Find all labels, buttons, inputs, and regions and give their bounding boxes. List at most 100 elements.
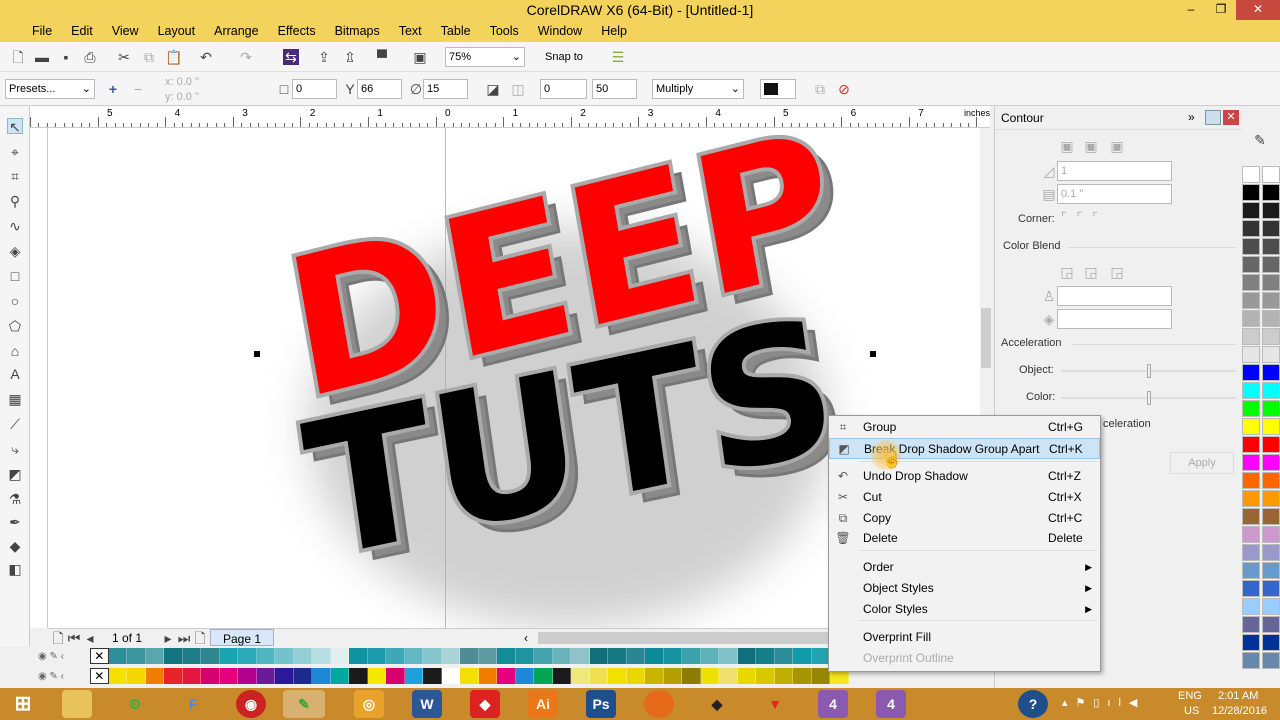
clear-shadow-icon[interactable]: ⊘ [836,81,852,97]
color-swatch[interactable] [1242,562,1260,579]
color-swatch[interactable] [1262,454,1280,471]
menu-item-group[interactable]: ⌗ Group Ctrl+G [829,417,1100,438]
color-swatch[interactable] [164,648,183,664]
color-swatch[interactable] [1242,364,1260,381]
color-swatch[interactable] [1242,346,1260,363]
color-swatch[interactable] [219,648,238,664]
color-swatch[interactable] [201,668,220,684]
color-swatch[interactable] [312,668,331,684]
color-swatch[interactable] [145,668,164,684]
color-swatch[interactable] [1242,652,1260,669]
color-swatch[interactable] [127,668,146,684]
shadow-color-picker[interactable] [760,79,796,99]
color-swatch[interactable] [645,648,664,664]
color-swatch[interactable] [682,648,701,664]
color-swatch[interactable] [774,668,793,684]
counterclockwise-blend-icon[interactable]: ◲ [1109,264,1125,280]
publish-pdf-icon[interactable]: ⇫ [342,49,358,65]
add-preset-icon[interactable]: + [105,81,121,97]
color-swatch[interactable] [589,648,608,664]
color-swatch[interactable] [404,668,423,684]
color-swatch[interactable] [312,648,331,664]
color-swatch[interactable] [1262,328,1280,345]
inkscape-icon[interactable]: ◆ [702,690,732,718]
color-swatch[interactable] [1262,562,1280,579]
color-swatch[interactable] [1262,436,1280,453]
color-swatch[interactable] [737,668,756,684]
save-icon[interactable]: ▪ [58,49,74,65]
color-swatch[interactable] [1262,274,1280,291]
color-swatch[interactable] [1262,400,1280,417]
menu-item-object-styles[interactable]: Object Styles ▶ [829,578,1100,599]
color-swatch[interactable] [534,648,553,664]
apply-button[interactable]: Apply [1170,452,1234,474]
system-tray-icons[interactable]: ▴⚑▯ıl◀ [1062,696,1145,709]
selection-handle-left[interactable] [254,351,260,357]
app-4b-icon[interactable]: 4 [876,690,906,718]
fontforge-icon[interactable]: F [178,690,208,718]
menu-help[interactable]: Help [601,24,627,38]
collapse-docker-icon[interactable]: » [1188,110,1195,124]
feather-direction-icon[interactable]: ◪ [485,81,501,97]
docker-tabs[interactable]: ✎ [1242,128,1280,158]
menu-item-delete[interactable]: 🗑 Delete Delete [829,528,1100,549]
menu-arrange[interactable]: Arrange [214,24,258,38]
photoshop-icon[interactable]: Ps [586,690,616,718]
color-swatch[interactable] [1262,166,1280,183]
scroll-left-icon[interactable]: ‹ [524,631,528,645]
corner-options[interactable]: ⌜⌜⌜ [1061,210,1108,224]
color-swatch[interactable] [201,648,220,664]
menu-file[interactable]: File [32,24,52,38]
minimize-docker-button[interactable] [1205,110,1221,125]
color-swatch[interactable] [608,648,627,664]
color-swatch[interactable] [1262,310,1280,327]
no-color-swatch[interactable]: ✕ [90,668,109,684]
color-swatch[interactable] [497,648,516,664]
color-swatch[interactable] [626,648,645,664]
fill-color-select[interactable] [1057,309,1172,329]
color-swatch[interactable] [1242,292,1260,309]
rectangle-tool-icon[interactable]: □ [7,268,23,284]
color-swatch[interactable] [1242,454,1260,471]
coreldraw-taskbar-icon[interactable]: ✎ [283,690,325,718]
color-swatch[interactable] [645,668,664,684]
color-swatch[interactable] [460,668,479,684]
options-icon[interactable]: ☰ [610,49,626,65]
color-swatch[interactable] [1242,400,1260,417]
interactive-fill-icon[interactable]: ◧ [7,561,23,577]
menu-item-order[interactable]: Order ▶ [829,557,1100,578]
color-swatch[interactable] [1242,382,1260,399]
color-swatch[interactable] [1262,220,1280,237]
color-swatch[interactable] [1242,616,1260,633]
color-swatch[interactable] [182,648,201,664]
smart-fill-icon[interactable]: ◈ [7,243,23,259]
color-swatch[interactable] [238,648,257,664]
input-region[interactable]: US [1184,705,1199,717]
shadow-fade-input[interactable]: 0 [540,79,587,99]
control-panel-icon[interactable]: ⚙ [120,690,150,718]
color-swatch[interactable] [330,648,349,664]
close-button[interactable]: ✕ [1236,0,1280,20]
basic-shapes-icon[interactable]: ⌂ [7,343,23,359]
word-icon[interactable]: W [412,690,442,718]
steps-input[interactable]: 1 [1057,161,1172,181]
selection-handle-right[interactable] [870,351,876,357]
snap-to-dropdown[interactable]: Snap to [545,51,583,63]
menu-item-cut[interactable]: ✂ Cut Ctrl+X [829,487,1100,508]
color-swatch[interactable] [682,668,701,684]
color-swatch[interactable] [626,668,645,684]
color-swatch[interactable] [1262,472,1280,489]
color-swatch[interactable] [1262,634,1280,651]
menu-edit[interactable]: Edit [71,24,93,38]
color-swatch[interactable] [608,668,627,684]
sketchup-icon[interactable]: ◆ [470,690,500,718]
color-swatch[interactable] [1242,256,1260,273]
color-swatch[interactable] [1242,634,1260,651]
color-swatch[interactable] [275,668,294,684]
color-swatch[interactable] [145,648,164,664]
color-swatch[interactable] [1262,238,1280,255]
color-swatch[interactable] [404,648,423,664]
menu-window[interactable]: Window [538,24,582,38]
color-swatch[interactable] [367,668,386,684]
menu-tools[interactable]: Tools [490,24,519,38]
